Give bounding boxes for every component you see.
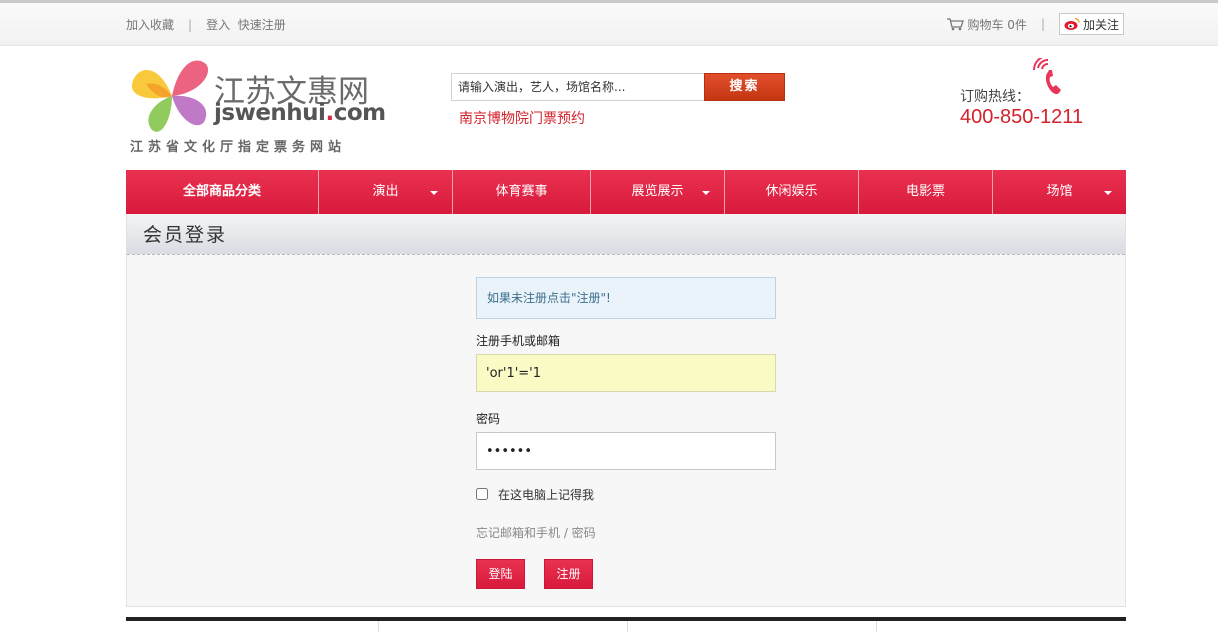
register-notice: 如果未注册点击"注册"! [476,277,776,319]
footer-divider [378,621,379,632]
nav-item-sports[interactable]: 体育赛事 [452,170,590,214]
nav-all-categories[interactable]: 全部商品分类 [126,170,318,214]
search-button[interactable]: 搜索 [704,73,785,101]
follow-label: 加关注 [1082,17,1119,32]
footer-divider [876,621,877,632]
password-input[interactable] [476,432,776,470]
top-links: 加入收藏 | 登入 快速注册 [126,18,286,32]
username-label: 注册手机或邮箱 [476,334,561,348]
login-form: 如果未注册点击"注册"! 注册手机或邮箱 密码 在这电脑上记得我 忘记邮箱和手机… [476,277,777,589]
nav-item-shows[interactable]: 演出 [318,170,452,214]
form-actions: 登陆 注册 [476,559,777,589]
search-input[interactable] [451,73,705,101]
hotline-label: 订购热线： [960,89,1030,105]
hotline-number: 400-850-1211 [960,106,1084,128]
login-panel: 会员登录 如果未注册点击"注册"! 注册手机或邮箱 密码 在这电脑上记得我 忘记… [126,214,1126,607]
search-bar: 搜索 [451,73,785,101]
cart-icon[interactable] [946,17,965,31]
butterfly-logo-icon [131,60,209,132]
main-nav: 全部商品分类 演出 体育赛事 展览展示 休闲娱乐 电影票 场馆 [126,170,1126,214]
page-title: 会员登录 [127,214,1125,255]
nav-item-exhibitions[interactable]: 展览展示 [590,170,724,214]
logo-domain: jswenhui.com [214,100,386,126]
quick-register-link[interactable]: 快速注册 [238,18,286,32]
nav-item-venues[interactable]: 场馆 [992,170,1126,214]
login-button[interactable]: 登陆 [476,559,525,589]
chevron-down-icon [1104,191,1112,195]
weibo-icon [1064,17,1080,30]
remember-me-label: 在这电脑上记得我 [498,487,595,502]
bookmark-link[interactable]: 加入收藏 [126,18,174,32]
cart-link[interactable]: 购物车 0件 [967,16,1026,33]
site-logo[interactable]: 江苏文惠网 jswenhui.com 江苏省文化厅指定票务网站 [128,56,386,156]
top-utility-bar: 加入收藏 | 登入 快速注册 购物车 0件 | 加关注 [0,0,1218,46]
top-right-tools: 购物车 0件 | 加关注 [946,13,1124,35]
nav-item-movie-tickets[interactable]: 电影票 [858,170,992,214]
chevron-down-icon [702,191,710,195]
chevron-down-icon [430,191,438,195]
footer-top-bar [126,617,1126,632]
hotline: 订购热线： 400-850-1211 [960,58,1130,138]
register-button[interactable]: 注册 [544,559,593,589]
remember-me[interactable]: 在这电脑上记得我 [476,486,777,502]
username-input[interactable] [476,354,776,392]
remember-me-checkbox[interactable] [476,488,488,500]
hot-link-nanjing-museum[interactable]: 南京博物院门票预约 [459,108,585,128]
phone-icon [1033,58,1061,95]
login-link[interactable]: 登入 [206,18,230,32]
weibo-follow-button[interactable]: 加关注 [1058,13,1124,35]
logo-tagline: 江苏省文化厅指定票务网站 [130,140,347,155]
password-label: 密码 [476,412,501,426]
footer-divider [627,621,628,632]
nav-item-leisure[interactable]: 休闲娱乐 [724,170,858,214]
forgot-password-link[interactable]: 忘记邮箱和手机 / 密码 [476,526,596,540]
